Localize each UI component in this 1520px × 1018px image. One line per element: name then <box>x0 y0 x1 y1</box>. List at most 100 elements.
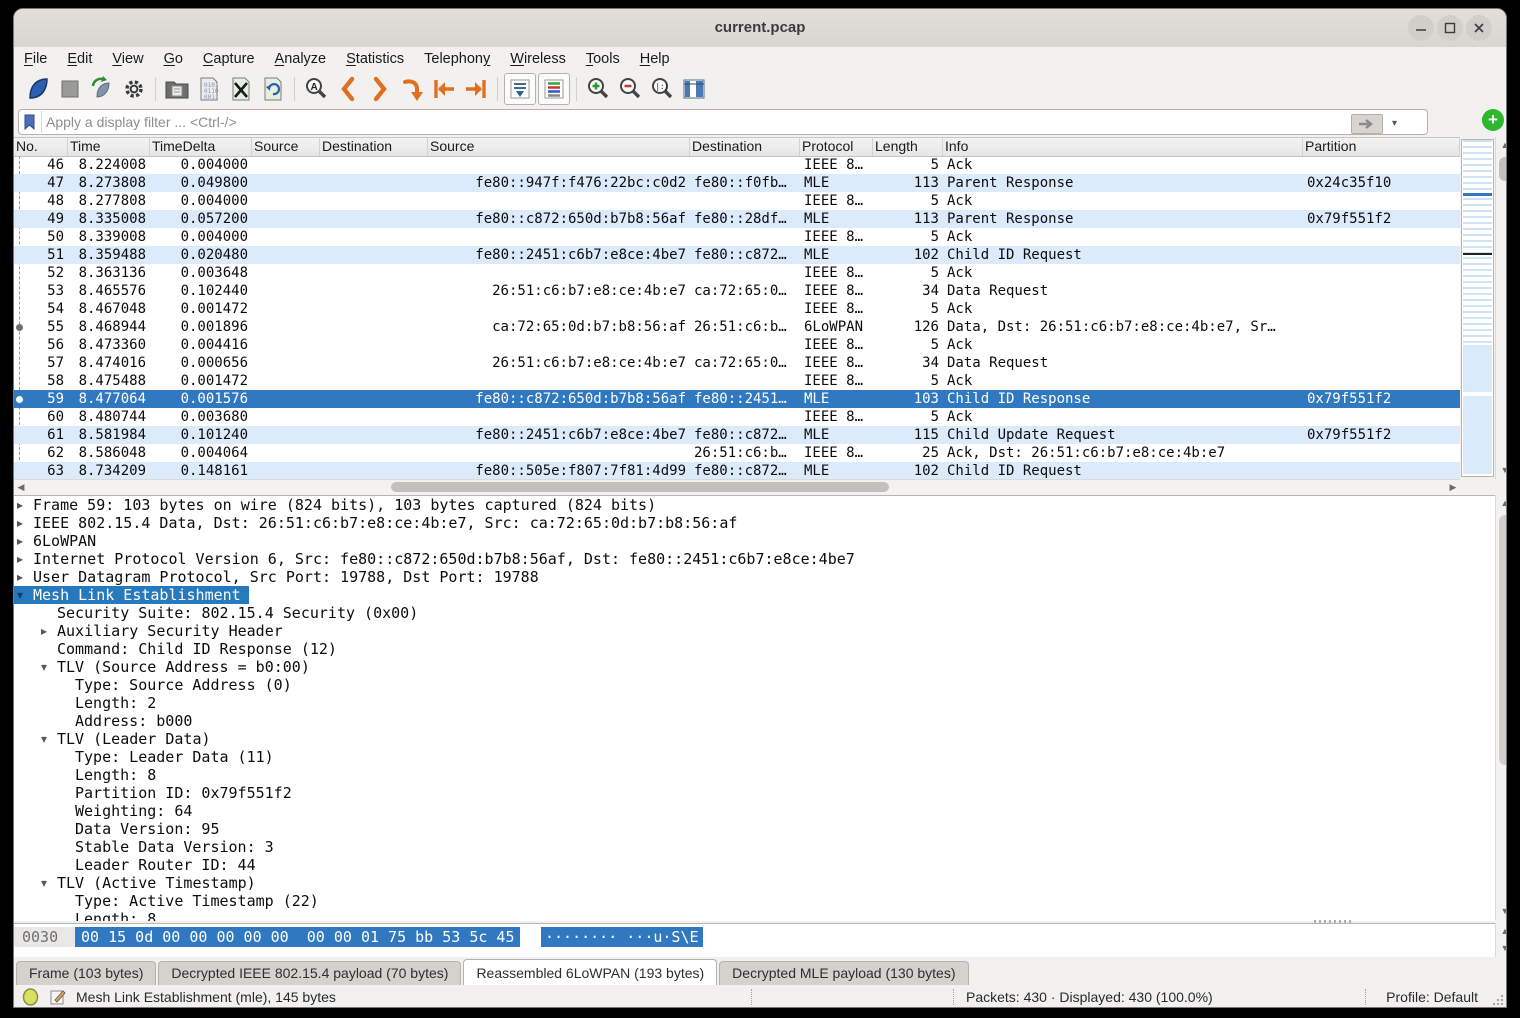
filter-bookmark-icon[interactable] <box>19 111 42 133</box>
byte-tab-reassembled-6lowpan-193-bytes-[interactable]: Reassembled 6LoWPAN (193 bytes) <box>463 959 717 985</box>
detail-row[interactable]: ▸Internet Protocol Version 6, Src: fe80:… <box>14 550 1495 568</box>
column-header-destination[interactable]: Destination <box>320 138 428 156</box>
packet-row[interactable]: 518.3594880.020480fe80::2451:c6b7:e8ce:4… <box>14 246 1460 264</box>
column-header-destination[interactable]: Destination <box>690 138 800 156</box>
packet-row[interactable]: 638.7342090.148161fe80::505e:f807:7f81:4… <box>14 462 1460 480</box>
menu-item-tools[interactable]: Tools <box>576 47 630 71</box>
filter-dropdown-caret[interactable]: ▾ <box>1392 118 1397 129</box>
column-header-timedelta[interactable]: TimeDelta <box>150 138 252 156</box>
collapse-arrow-icon[interactable]: ▾ <box>41 730 47 748</box>
zoom-original-icon[interactable]: |:| <box>647 74 677 104</box>
hex-vscrollbar[interactable]: ▲ ▼ <box>1495 923 1507 957</box>
wireshark-start-icon[interactable] <box>23 74 53 104</box>
last-packet-icon[interactable] <box>461 74 491 104</box>
detail-row[interactable]: Stable Data Version: 3 <box>14 838 1495 856</box>
column-header-protocol[interactable]: Protocol <box>800 138 873 156</box>
display-filter-input[interactable] <box>42 114 1427 130</box>
packet-row[interactable]: 578.4740160.00065626:51:c6:b7:e8:ce:4b:e… <box>14 354 1460 372</box>
go-to-packet-icon[interactable] <box>397 74 427 104</box>
detail-row[interactable]: ▸Frame 59: 103 bytes on wire (824 bits),… <box>14 496 1495 514</box>
packet-row[interactable]: 628.5860480.00406426:51:c6:b…IEEE 8…25Ac… <box>14 444 1460 462</box>
packet-row[interactable]: 538.4655760.10244026:51:c6:b7:e8:ce:4b:e… <box>14 282 1460 300</box>
packet-row[interactable]: 558.4689440.001896ca:72:65:0d:b7:b8:56:a… <box>14 318 1460 336</box>
detail-row[interactable]: Leader Router ID: 44 <box>14 856 1495 874</box>
detail-row[interactable]: ▸Auxiliary Security Header <box>14 622 1495 640</box>
capture-comment-icon[interactable] <box>50 989 66 1008</box>
hscroll-slider[interactable] <box>391 482 889 492</box>
stop-capture-icon[interactable] <box>55 74 85 104</box>
detail-row[interactable]: Address: b000 <box>14 712 1495 730</box>
detail-row[interactable]: Data Version: 95 <box>14 820 1495 838</box>
go-back-icon[interactable] <box>333 74 363 104</box>
packet-row[interactable]: 468.2240080.004000IEEE 8…5Ack <box>14 156 1460 174</box>
hex-ascii[interactable]: ········ ···u·S\E <box>541 927 703 947</box>
reload-file-icon[interactable] <box>258 74 288 104</box>
detail-row[interactable]: Length: 2 <box>14 694 1495 712</box>
detail-row[interactable]: ▸6LoWPAN <box>14 532 1495 550</box>
expand-arrow-icon[interactable]: ▸ <box>17 532 23 550</box>
menu-item-view[interactable]: View <box>102 47 153 71</box>
column-header-source[interactable]: Source <box>252 138 320 156</box>
collapse-arrow-icon[interactable]: ▾ <box>41 874 47 892</box>
detail-row[interactable]: Weighting: 64 <box>14 802 1495 820</box>
detail-row[interactable]: Type: Source Address (0) <box>14 676 1495 694</box>
expand-arrow-icon[interactable]: ▸ <box>17 514 23 532</box>
column-header-length[interactable]: Length <box>873 138 943 156</box>
byte-tab-decrypted-ieee-802-15-4-payload-70-bytes-[interactable]: Decrypted IEEE 802.15.4 payload (70 byte… <box>158 961 461 985</box>
packet-row[interactable]: 508.3390080.004000IEEE 8…5Ack <box>14 228 1460 246</box>
zoom-in-icon[interactable] <box>583 74 613 104</box>
zoom-out-icon[interactable] <box>615 74 645 104</box>
menu-item-analyze[interactable]: Analyze <box>265 47 337 71</box>
expert-info-icon[interactable] <box>22 988 39 1008</box>
packet-row[interactable]: 528.3631360.003648IEEE 8…5Ack <box>14 264 1460 282</box>
packet-row[interactable]: 548.4670480.001472IEEE 8…5Ack <box>14 300 1460 318</box>
packet-list-hscrollbar[interactable]: ◀ ▶ <box>14 479 1460 494</box>
close-button[interactable] <box>1466 15 1492 41</box>
packet-row[interactable]: 498.3350080.057200fe80::c872:650d:b7b8:5… <box>14 210 1460 228</box>
scroll-slider[interactable] <box>1499 515 1507 765</box>
menu-item-go[interactable]: Go <box>154 47 193 71</box>
detail-row[interactable]: Type: Leader Data (11) <box>14 748 1495 766</box>
go-forward-icon[interactable] <box>365 74 395 104</box>
packet-minimap[interactable] <box>1461 139 1494 477</box>
menu-item-edit[interactable]: Edit <box>57 47 102 71</box>
column-header-source[interactable]: Source <box>428 138 690 156</box>
expand-arrow-icon[interactable]: ▸ <box>41 622 47 640</box>
byte-tab-decrypted-mle-payload-130-bytes-[interactable]: Decrypted MLE payload (130 bytes) <box>719 961 968 985</box>
scroll-up-arrow[interactable]: ▲ <box>1496 923 1507 940</box>
hex-bytes[interactable]: 00 15 0d 00 00 00 00 00 00 00 01 75 bb 5… <box>75 927 520 947</box>
detail-row[interactable]: ▸IEEE 802.15.4 Data, Dst: 26:51:c6:b7:e8… <box>14 514 1495 532</box>
hex-row[interactable]: 0030 00 15 0d 00 00 00 00 00 00 00 01 75… <box>14 927 68 947</box>
scroll-down-arrow[interactable]: ▼ <box>1496 903 1507 920</box>
resize-grip[interactable] <box>1492 994 1504 1006</box>
open-file-icon[interactable] <box>162 74 192 104</box>
detail-row[interactable]: Partition ID: 0x79f551f2 <box>14 784 1495 802</box>
column-header-no[interactable]: No. <box>14 138 68 156</box>
capture-options-icon[interactable] <box>119 74 149 104</box>
packet-row[interactable]: 598.4770640.001576fe80::c872:650d:b7b8:5… <box>14 390 1460 408</box>
scroll-left-arrow[interactable]: ◀ <box>14 480 28 494</box>
detail-row[interactable]: ▸User Datagram Protocol, Src Port: 19788… <box>14 568 1495 586</box>
scroll-slider[interactable] <box>1499 157 1507 181</box>
detail-row[interactable]: Length: 8 <box>14 910 1495 921</box>
resize-columns-icon[interactable] <box>679 74 709 104</box>
filter-add-button[interactable]: + <box>1482 109 1504 131</box>
scroll-down-arrow[interactable]: ▼ <box>1496 940 1507 957</box>
detail-row[interactable]: Security Suite: 802.15.4 Security (0x00) <box>14 604 1495 622</box>
detail-row[interactable]: Length: 8 <box>14 766 1495 784</box>
packet-row[interactable]: 608.4807440.003680IEEE 8…5Ack <box>14 408 1460 426</box>
first-packet-icon[interactable] <box>429 74 459 104</box>
scroll-up-arrow[interactable]: ▲ <box>1496 495 1507 512</box>
expand-arrow-icon[interactable]: ▸ <box>17 496 23 514</box>
save-file-icon[interactable]: 010101100011 <box>194 74 224 104</box>
menu-item-help[interactable]: Help <box>630 47 680 71</box>
menu-item-wireless[interactable]: Wireless <box>500 47 576 71</box>
scroll-up-arrow[interactable]: ▲ <box>1496 137 1507 154</box>
title-bar[interactable]: current.pcap <box>14 9 1506 48</box>
close-file-icon[interactable] <box>226 74 256 104</box>
minimize-button[interactable] <box>1408 15 1434 41</box>
collapse-arrow-icon[interactable]: ▾ <box>17 586 23 604</box>
colorize-icon[interactable] <box>538 73 570 105</box>
detail-row[interactable]: Command: Child ID Response (12) <box>14 640 1495 658</box>
scroll-down-arrow[interactable]: ▼ <box>1496 462 1507 479</box>
